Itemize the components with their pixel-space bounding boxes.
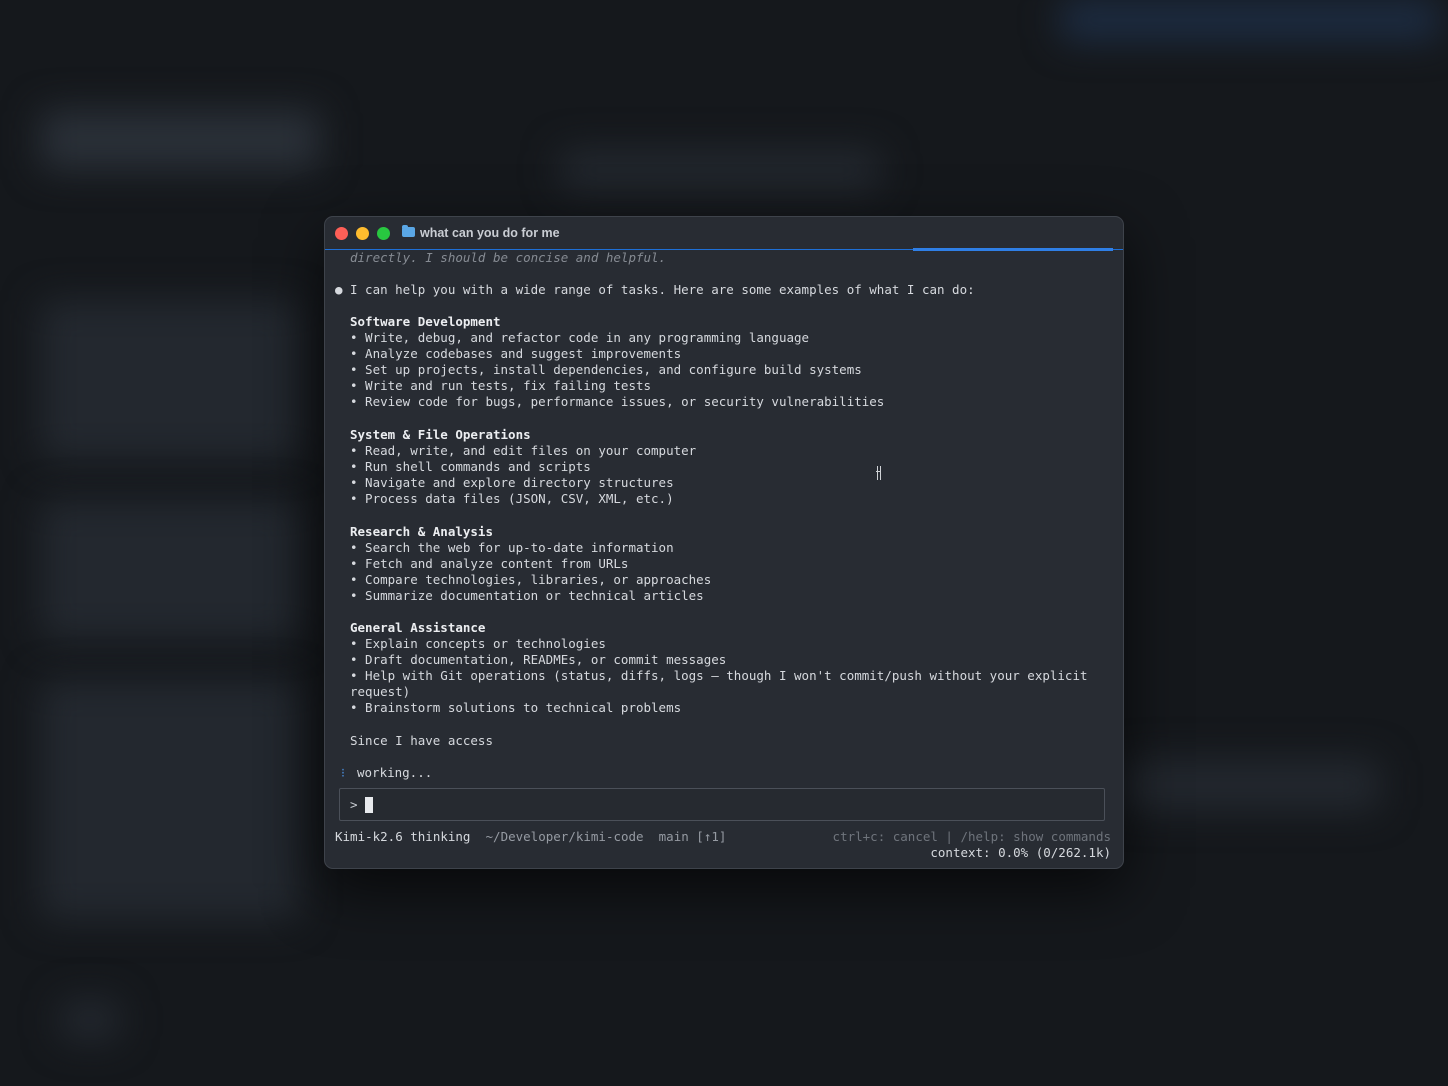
status-bar-left: Kimi-k2.6 thinking ~/Developer/kimi-code…: [335, 829, 726, 845]
minimize-window-button[interactable]: [356, 226, 369, 240]
conversation-output[interactable]: directly. I should be concise and helpfu…: [325, 250, 1123, 868]
list-item: • Navigate and explore directory structu…: [350, 475, 674, 490]
assistant-intro: I can help you with a wide range of task…: [350, 282, 975, 297]
thinking-text: directly. I should be concise and helpfu…: [350, 250, 667, 265]
trailing-text: Since I have access: [350, 733, 493, 748]
window-title: what can you do for me: [420, 226, 560, 240]
list-item: • Search the web for up-to-date informat…: [350, 540, 674, 555]
context-usage: context: 0.0% (0/262.1k): [930, 845, 1111, 860]
close-window-button[interactable]: [335, 226, 348, 240]
list-item: • Analyze codebases and suggest improvem…: [350, 346, 682, 361]
text-cursor: [365, 797, 373, 813]
background-blur: [40, 300, 300, 460]
list-item: • Process data files (JSON, CSV, XML, et…: [350, 491, 674, 506]
list-item: request): [350, 684, 411, 699]
background-blur: [560, 150, 880, 190]
list-item: • Write and run tests, fix failing tests: [350, 378, 652, 393]
list-item: • Fetch and analyze content from URLs: [350, 556, 629, 571]
spinner-icon: ⁝: [341, 765, 345, 780]
list-item: • Set up projects, install dependencies,…: [350, 362, 862, 377]
list-item: • Draft documentation, READMEs, or commi…: [350, 652, 727, 667]
background-blur: [1120, 760, 1380, 810]
list-item: • Run shell commands and scripts: [350, 459, 591, 474]
git-branch: main [↑1]: [658, 829, 727, 844]
terminal-window: what can you do for me directly. I shoul…: [324, 216, 1124, 869]
list-item: • Review code for bugs, performance issu…: [350, 394, 885, 409]
list-item: • Read, write, and edit files on your co…: [350, 443, 697, 458]
working-directory: ~/Developer/kimi-code: [485, 829, 644, 844]
list-item: • Write, debug, and refactor code in any…: [350, 330, 810, 345]
title-bar[interactable]: what can you do for me: [325, 217, 1123, 251]
section-heading: Research & Analysis: [350, 524, 493, 539]
message-bullet-icon: ●: [335, 282, 343, 297]
background-blur: [60, 1000, 120, 1040]
list-item: • Summarize documentation or technical a…: [350, 588, 704, 603]
prompt-input[interactable]: >: [339, 788, 1105, 821]
ibeam-cursor-icon: [876, 466, 881, 480]
zoom-window-button[interactable]: [377, 226, 390, 240]
section-heading: System & File Operations: [350, 427, 531, 442]
list-item: • Brainstorm solutions to technical prob…: [350, 700, 682, 715]
prompt-caret: >: [350, 797, 358, 812]
list-item: • Compare technologies, libraries, or ap…: [350, 572, 712, 587]
background-blur: [40, 110, 320, 170]
section-heading: General Assistance: [350, 620, 486, 635]
section-heading: Software Development: [350, 314, 501, 329]
background-blur: [40, 680, 300, 920]
model-name: Kimi-k2.6 thinking: [335, 829, 471, 844]
list-item: • Help with Git operations (status, diff…: [350, 668, 1088, 683]
list-item: • Explain concepts or technologies: [350, 636, 606, 651]
keyboard-hints: ctrl+c: cancel | /help: show commands: [832, 829, 1111, 844]
folder-icon: [402, 225, 415, 237]
background-blur: [40, 500, 300, 640]
background-blur: [1060, 0, 1440, 40]
working-status: working...: [357, 765, 433, 780]
